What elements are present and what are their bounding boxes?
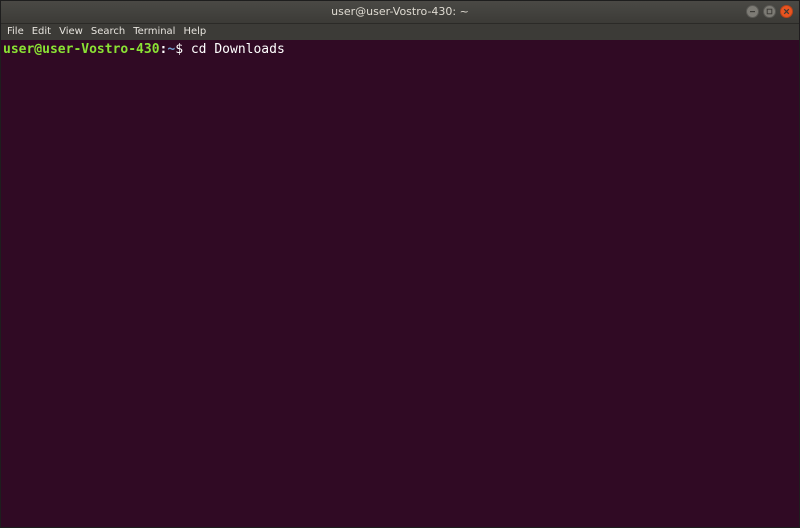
terminal-window: user@user-Vostro-430: ~ File Edit View S… [0, 0, 800, 528]
menu-bar: File Edit View Search Terminal Help [1, 24, 799, 40]
terminal-output[interactable]: user@user-Vostro-430:~$ cd Downloads [1, 40, 799, 527]
typed-command: cd Downloads [190, 42, 285, 57]
maximize-button[interactable] [763, 5, 776, 18]
menu-file[interactable]: File [3, 24, 28, 40]
menu-search[interactable]: Search [87, 24, 129, 40]
maximize-icon [766, 8, 773, 15]
minimize-icon [750, 11, 755, 13]
menu-edit[interactable]: Edit [28, 24, 55, 40]
prompt-user: user@user-Vostro-430 [3, 42, 160, 57]
close-icon [783, 8, 790, 15]
minimize-button[interactable] [746, 5, 759, 18]
close-button[interactable] [780, 5, 793, 18]
title-bar[interactable]: user@user-Vostro-430: ~ [1, 1, 799, 24]
prompt-dollar: $ [175, 42, 191, 57]
menu-view[interactable]: View [55, 24, 87, 40]
menu-help[interactable]: Help [179, 24, 210, 40]
menu-terminal[interactable]: Terminal [129, 24, 179, 40]
window-title: user@user-Vostro-430: ~ [331, 5, 469, 18]
window-controls [746, 5, 793, 19]
